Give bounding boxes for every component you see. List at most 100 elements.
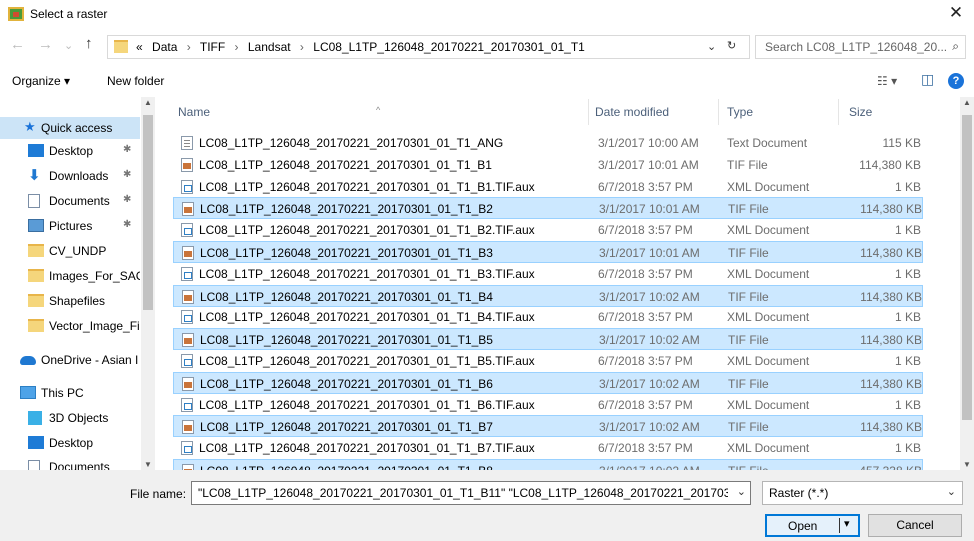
file-type-select[interactable]: Raster (*.*) ⌄ <box>762 481 963 505</box>
sidebar-item-cv-undp[interactable]: CV_UNDP <box>0 240 140 262</box>
up-arrow-icon[interactable]: ↑ <box>85 35 93 52</box>
address-bar[interactable]: « Data › TIFF › Landsat › LC08_L1TP_1260… <box>107 35 750 59</box>
column-divider[interactable] <box>838 99 839 125</box>
sidebar-item-images-for-sac[interactable]: Images_For_SAC <box>0 265 140 287</box>
file-name-value: "LC08_L1TP_126048_20170221_20170301_01_T… <box>198 486 728 500</box>
file-size-cell: 1 KB <box>894 310 921 325</box>
chevron-down-icon[interactable]: ⌄ <box>707 40 716 53</box>
column-header-type[interactable]: Type <box>727 105 753 119</box>
file-name-cell: LC08_L1TP_126048_20170221_20170301_01_T1… <box>200 289 493 304</box>
search-input[interactable]: Search LC08_L1TP_126048_20... ⌕ <box>755 35 966 59</box>
scrollbar-thumb[interactable] <box>962 115 972 420</box>
table-row[interactable]: LC08_L1TP_126048_20170221_20170301_01_T1… <box>173 176 923 198</box>
table-row[interactable]: LC08_L1TP_126048_20170221_20170301_01_T1… <box>173 459 923 470</box>
table-row[interactable]: LC08_L1TP_126048_20170221_20170301_01_T1… <box>173 371 923 394</box>
date-modified-cell: 6/7/2018 3:57 PM <box>598 397 693 412</box>
file-size-cell: 114,380 KB <box>860 246 922 260</box>
file-list-scrollbar[interactable]: ▲ ▼ <box>960 97 974 470</box>
breadcrumb-overflow[interactable]: « <box>136 40 143 54</box>
sidebar-item-label: Documents <box>49 194 110 208</box>
pin-icon: ✱ <box>123 194 132 205</box>
close-button[interactable]: ✕ <box>938 0 974 28</box>
breadcrumb-data[interactable]: Data <box>152 40 177 54</box>
table-row[interactable]: LC08_L1TP_126048_20170221_20170301_01_T1… <box>173 328 923 351</box>
sidebar-item-label: 3D Objects <box>49 411 109 425</box>
table-row[interactable]: LC08_L1TP_126048_20170221_20170301_01_T1… <box>173 132 923 154</box>
sidebar-item-quick-access[interactable]: ★ Quick access <box>0 117 140 139</box>
file-type-cell: TIF File <box>728 420 769 435</box>
file-name-cell: LC08_L1TP_126048_20170221_20170301_01_T1… <box>199 179 535 194</box>
view-options-icon[interactable]: ☷ ▾ <box>877 74 897 88</box>
sidebar-item-downloads[interactable]: ⬇ Downloads ✱ <box>0 165 140 187</box>
sidebar-item-label: Downloads <box>49 169 109 183</box>
scroll-down-icon[interactable]: ▼ <box>963 460 971 469</box>
preview-pane-icon[interactable]: ◫ <box>921 71 934 88</box>
sidebar-item-shapefiles[interactable]: Shapefiles <box>0 290 140 312</box>
file-type-cell: XML Document <box>727 266 810 281</box>
file-size-cell: 114,380 KB <box>859 157 921 172</box>
table-row[interactable]: LC08_L1TP_126048_20170221_20170301_01_T1… <box>173 154 923 176</box>
sidebar-item-3d-objects[interactable]: 3D Objects <box>0 407 140 429</box>
column-header-date[interactable]: Date modified <box>595 105 669 119</box>
file-name-cell: LC08_L1TP_126048_20170221_20170301_01_T1… <box>199 441 535 456</box>
date-modified-cell: 3/1/2017 10:00 AM <box>598 136 699 150</box>
scroll-up-icon[interactable]: ▲ <box>963 98 971 107</box>
cancel-button[interactable]: Cancel <box>868 514 962 537</box>
sidebar-item-pictures[interactable]: Pictures ✱ <box>0 215 140 237</box>
sidebar-item-vector-image[interactable]: Vector_Image_Fi <box>0 315 140 337</box>
back-icon[interactable]: ← <box>10 36 25 53</box>
table-row[interactable]: LC08_L1TP_126048_20170221_20170301_01_T1… <box>173 219 923 241</box>
new-folder-button[interactable]: New folder <box>107 74 164 88</box>
sidebar-scrollbar[interactable]: ▲ ▼ <box>141 97 155 470</box>
sidebar-item-documents-pc[interactable]: Documents <box>0 456 140 470</box>
date-modified-cell: 6/7/2018 3:57 PM <box>598 310 693 325</box>
table-row[interactable]: LC08_L1TP_126048_20170221_20170301_01_T1… <box>173 263 923 285</box>
scroll-down-icon[interactable]: ▼ <box>144 460 152 469</box>
sidebar-item-desktop[interactable]: Desktop ✱ <box>0 140 140 162</box>
scrollbar-thumb[interactable] <box>143 115 153 310</box>
help-icon[interactable]: ? <box>948 73 964 89</box>
file-name-cell: LC08_L1TP_126048_20170221_20170301_01_T1… <box>199 354 535 368</box>
open-dropdown-icon[interactable]: ▾ <box>844 517 850 530</box>
file-name-cell: LC08_L1TP_126048_20170221_20170301_01_T1… <box>199 157 492 172</box>
open-button[interactable]: Open ▾ <box>765 514 860 537</box>
column-header-name[interactable]: Name <box>178 105 210 119</box>
breadcrumb-current-folder[interactable]: LC08_L1TP_126048_20170221_20170301_01_T1 <box>313 40 585 54</box>
refresh-icon[interactable]: ↻ <box>727 39 736 52</box>
file-type-cell: TIF File <box>728 246 769 260</box>
organize-button[interactable]: Organize ▾ <box>12 74 70 88</box>
sidebar-item-desktop-pc[interactable]: Desktop <box>0 432 140 454</box>
navigation-bar: ← → ⌄ ↑ « Data › TIFF › Landsat › LC08_L… <box>0 33 974 61</box>
table-row[interactable]: LC08_L1TP_126048_20170221_20170301_01_T1… <box>173 437 923 459</box>
sidebar-item-documents[interactable]: Documents ✱ <box>0 190 140 212</box>
table-row[interactable]: LC08_L1TP_126048_20170221_20170301_01_T1… <box>173 415 923 438</box>
column-divider[interactable] <box>718 99 719 125</box>
file-type-value: Raster (*.*) <box>769 486 829 500</box>
table-row[interactable]: LC08_L1TP_126048_20170221_20170301_01_T1… <box>173 284 923 307</box>
table-row[interactable]: LC08_L1TP_126048_20170221_20170301_01_T1… <box>173 394 923 416</box>
column-header-size[interactable]: Size <box>849 105 872 119</box>
breadcrumb-tiff[interactable]: TIFF <box>200 40 225 54</box>
file-name-field[interactable]: "LC08_L1TP_126048_20170221_20170301_01_T… <box>191 481 751 505</box>
column-divider[interactable] <box>588 99 589 125</box>
address-actions: ⌄ ↻ <box>703 37 747 57</box>
file-size-cell: 1 KB <box>894 266 921 281</box>
scroll-up-icon[interactable]: ▲ <box>144 98 152 107</box>
table-row[interactable]: LC08_L1TP_126048_20170221_20170301_01_T1… <box>173 197 923 220</box>
breadcrumb-landsat[interactable]: Landsat <box>248 40 291 54</box>
title-bar: Select a raster ✕ <box>0 0 974 30</box>
chevron-down-icon[interactable]: ⌄ <box>737 485 746 498</box>
table-row[interactable]: LC08_L1TP_126048_20170221_20170301_01_T1… <box>173 350 923 372</box>
file-size-cell: 1 KB <box>894 179 921 194</box>
file-name-cell: LC08_L1TP_126048_20170221_20170301_01_T1… <box>200 420 493 435</box>
pin-icon: ✱ <box>123 219 132 230</box>
recent-locations-icon[interactable]: ⌄ <box>64 39 73 52</box>
sidebar-item-this-pc[interactable]: This PC <box>0 382 140 404</box>
table-row[interactable]: LC08_L1TP_126048_20170221_20170301_01_T1… <box>173 306 923 328</box>
table-row[interactable]: LC08_L1TP_126048_20170221_20170301_01_T1… <box>173 241 923 263</box>
file-size-cell: 1 KB <box>894 441 921 456</box>
file-type-cell: Text Document <box>727 136 808 150</box>
sidebar-item-onedrive[interactable]: OneDrive - Asian I <box>0 349 140 371</box>
forward-icon[interactable]: → <box>38 36 53 53</box>
search-icon[interactable]: ⌕ <box>952 39 959 54</box>
